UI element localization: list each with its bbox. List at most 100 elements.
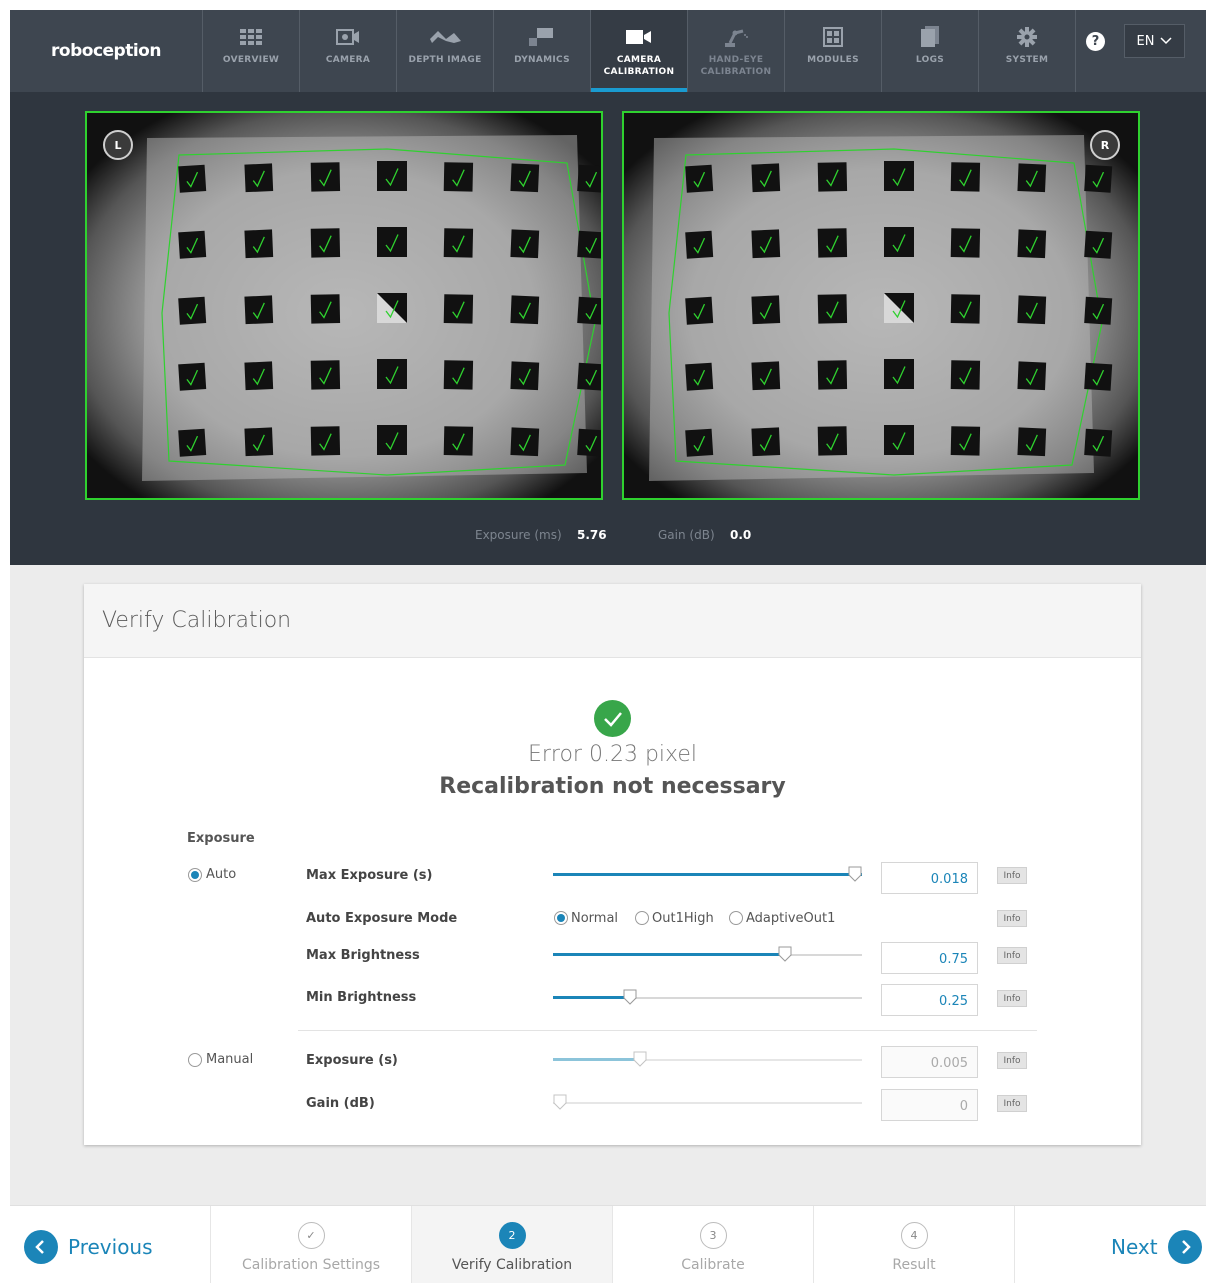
tab-modules[interactable]: MODULES [784,10,881,92]
tab-overview[interactable]: OVERVIEW [202,10,299,92]
tab-label: LOGS [915,55,945,65]
auto-radio[interactable] [188,868,202,882]
robot-arm-icon [723,26,749,48]
manual-gain-input[interactable]: 0 [881,1089,978,1121]
chevron-down-icon [1160,34,1172,49]
tab-label: MODULES [807,55,859,65]
manual-radio[interactable] [188,1053,202,1067]
min-brightness-input[interactable]: 0.25 [881,984,978,1016]
next-button[interactable]: Next [1111,1230,1202,1264]
tab-hand-eye-calibration[interactable]: HAND-EYE CALIBRATION [687,10,784,92]
manual-gain-info-button[interactable]: Info [997,1095,1027,1112]
tab-label: DYNAMICS [514,55,570,65]
mode-out1high-radio[interactable] [635,911,649,925]
gain-readout-label: Gain (dB) [658,528,715,542]
gain-readout-value: 0.0 [730,528,752,542]
max-brightness-label: Max Brightness [306,948,420,963]
step-name: Verify Calibration [451,1257,573,1273]
tab-camera-calibration[interactable]: CAMERA CALIBRATION [590,10,687,92]
max-exposure-info-button[interactable]: Info [997,867,1027,884]
right-camera-badge: R [1090,130,1120,160]
auto-exposure-mode-label: Auto Exposure Mode [306,911,458,926]
mode-out1high-label: Out1High [652,911,714,926]
manual-exposure-info-button[interactable]: Info [997,1052,1027,1069]
calibration-status-text: Recalibration not necessary [439,774,786,799]
max-brightness-input[interactable]: 0.75 [881,942,978,974]
help-icon[interactable]: ? [1086,32,1105,51]
tab-label: DEPTH IMAGE [408,55,482,65]
mode-normal-label: Normal [571,911,619,926]
section-divider [298,1030,1037,1031]
wizard-step-result[interactable]: 4 Result [813,1206,1014,1283]
tab-depth-image[interactable]: DEPTH IMAGE [396,10,493,92]
min-brightness-info-button[interactable]: Info [997,990,1027,1007]
depth-icon [428,26,462,48]
video-camera-icon [626,26,652,48]
exposure-readout-label: Exposure (ms) [475,528,562,542]
tab-label: CAMERA CALIBRATION [603,55,675,77]
check-circle-icon [594,700,631,737]
step-done-check-icon: ✓ [297,1222,325,1249]
max-brightness-info-button[interactable]: Info [997,947,1027,964]
grid-icon [240,26,262,48]
step-name: Calibrate [681,1257,745,1273]
tab-dynamics[interactable]: DYNAMICS [493,10,590,92]
verify-calibration-panel: Verify Calibration Error 0.23 pixel Reca… [84,584,1141,1145]
wizard-step-calibration-settings[interactable]: ✓ Calibration Settings [210,1206,411,1283]
previous-label: Previous [68,1235,153,1259]
exposure-section-label: Exposure [187,831,255,846]
auto-radio-label: Auto [206,867,237,882]
left-camera-badge: L [103,130,133,160]
manual-exposure-input[interactable]: 0.005 [881,1046,978,1078]
step-name: Result [892,1257,936,1273]
mode-adaptiveout1-label: AdaptiveOut1 [746,911,836,926]
language-select[interactable]: EN [1124,24,1185,58]
panel-title: Verify Calibration [102,608,292,633]
logs-icon [920,26,940,48]
wizard-step-verify-calibration[interactable]: 2 Verify Calibration [411,1206,612,1283]
wizard-step-calibrate[interactable]: 3 Calibrate [612,1206,813,1283]
chevron-left-icon [24,1230,58,1264]
manual-gain-slider[interactable] [553,1094,862,1112]
step-number: 3 [699,1222,727,1249]
calibration-error-text: Error 0.23 pixel [527,742,698,767]
language-value: EN [1136,33,1155,49]
previous-button[interactable]: Previous [24,1230,153,1264]
manual-gain-label: Gain (dB) [306,1096,375,1111]
min-brightness-slider[interactable] [553,989,862,1007]
roboception-logo[interactable]: roboception [10,10,202,92]
tab-camera[interactable]: CAMERA [299,10,396,92]
tab-label: SYSTEM [1005,55,1049,65]
chevron-right-icon [1167,1230,1202,1264]
auto-exposure-mode-info-button[interactable]: Info [997,910,1027,927]
step-number: 4 [900,1222,928,1249]
step-name: Calibration Settings [241,1257,381,1273]
right-camera-image: R [622,111,1140,500]
gear-icon [1017,26,1037,48]
max-exposure-slider[interactable] [553,866,862,884]
next-label: Next [1111,1235,1158,1259]
mode-adaptiveout1-radio[interactable] [729,911,743,925]
max-brightness-slider[interactable] [553,946,862,964]
left-camera-image: L [85,111,603,500]
mode-normal-radio[interactable] [554,911,568,925]
tab-logs[interactable]: LOGS [881,10,978,92]
tab-label: OVERVIEW [222,55,280,65]
tab-label: CAMERA [325,55,371,65]
manual-exposure-slider[interactable] [553,1051,862,1069]
exposure-readout-value: 5.76 [577,528,607,542]
tab-label: HAND-EYE CALIBRATION [700,55,772,77]
manual-exposure-label: Exposure (s) [306,1053,398,1068]
tab-system[interactable]: SYSTEM [978,10,1075,92]
wizard-bar: ✓ Calibration Settings 2 Verify Calibrat… [10,1205,1206,1283]
max-exposure-label: Max Exposure (s) [306,868,433,883]
step-number: 2 [498,1222,526,1249]
camera-view-area: L R Exposure (ms) 5.76 Gain (dB) 0.0 [10,92,1206,565]
modules-icon [823,26,843,48]
dynamics-icon [529,26,555,48]
manual-radio-label: Manual [206,1052,254,1067]
camera-icon [336,26,360,48]
min-brightness-label: Min Brightness [306,990,417,1005]
max-exposure-input[interactable]: 0.018 [881,862,978,894]
top-navbar: roboception OVERVIEW CAMERA DEPTH IMAGE … [10,10,1206,92]
